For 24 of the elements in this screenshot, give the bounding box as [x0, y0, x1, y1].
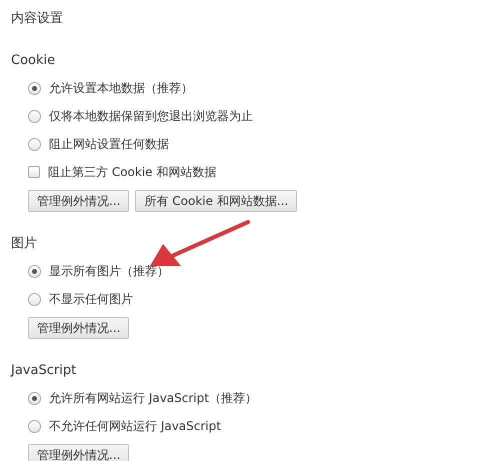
- section-heading: Cookie: [11, 52, 56, 70]
- radio-button[interactable]: [28, 138, 41, 150]
- manage-button[interactable]: 所有 Cookie 和网站数据...: [135, 190, 298, 212]
- section-heading: 图片: [11, 235, 38, 253]
- section-heading: JavaScript: [11, 362, 78, 380]
- checkbox[interactable]: [28, 166, 40, 178]
- radio-button[interactable]: [28, 110, 41, 122]
- option-label: 阻止第三方 Cookie 和网站数据: [48, 164, 216, 180]
- option-label: 不显示任何图片: [49, 290, 133, 308]
- option-label: 显示所有图片（推荐）: [49, 262, 169, 280]
- manage-button[interactable]: 管理例外情况...: [28, 317, 130, 339]
- radio-button[interactable]: [28, 264, 41, 278]
- option-label: 不允许任何网站运行 JavaScript: [49, 418, 221, 434]
- manage-button[interactable]: 管理例外情况...: [28, 444, 130, 461]
- radio-button[interactable]: [28, 392, 41, 404]
- page-title: 内容设置: [11, 10, 64, 28]
- radio-button[interactable]: [28, 292, 41, 306]
- option-label: 阻止网站设置任何数据: [49, 136, 169, 152]
- option-label: 允许所有网站运行 JavaScript（推荐）: [49, 390, 257, 406]
- option-label: 允许设置本地数据（推荐）: [49, 80, 193, 96]
- manage-button[interactable]: 管理例外情况...: [28, 190, 130, 212]
- option-label: 仅将本地数据保留到您退出浏览器为止: [49, 108, 253, 124]
- radio-button[interactable]: [28, 420, 41, 432]
- radio-button[interactable]: [28, 82, 41, 94]
